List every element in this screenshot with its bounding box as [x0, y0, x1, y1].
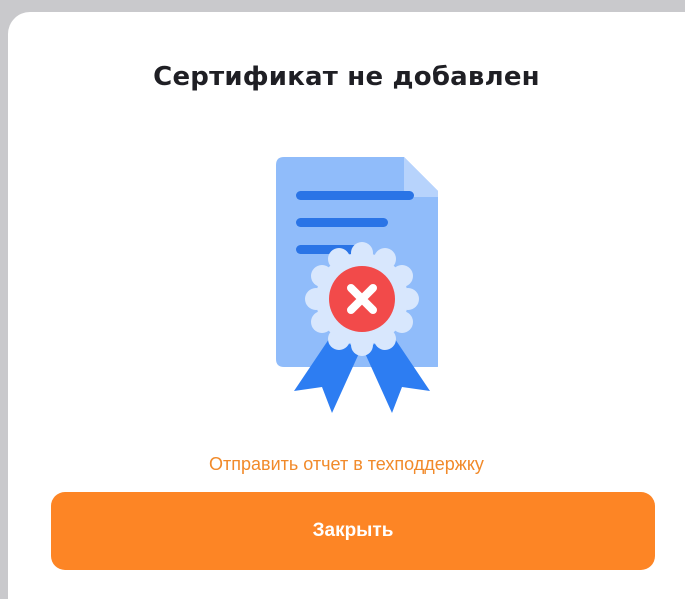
document-line — [296, 191, 414, 200]
certificate-error-icon — [258, 137, 444, 417]
dialog-title: Сертификат не добавлен — [153, 62, 540, 92]
report-to-support-link[interactable]: Отправить отчет в техподдержку — [8, 454, 685, 475]
document-line — [296, 218, 388, 227]
close-button[interactable]: Закрыть — [51, 492, 655, 570]
dialog: Сертификат не добавлен Отправить отчет в… — [8, 12, 685, 599]
